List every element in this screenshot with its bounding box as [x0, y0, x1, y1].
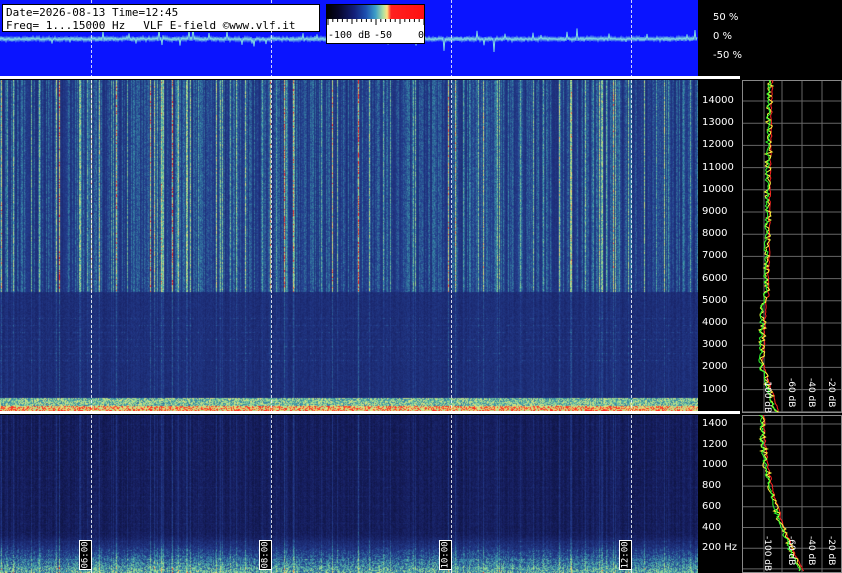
- freq-label-main: 12000: [702, 139, 734, 151]
- time-gridline-1000: [451, 0, 452, 573]
- profile-db-label: -20 dB: [826, 536, 836, 566]
- freq-label-main: 6000: [702, 272, 728, 284]
- color-scale-bar: [327, 5, 424, 19]
- freq-label-low: 1400: [702, 418, 728, 429]
- profile-db-label: -100 dB: [762, 536, 772, 572]
- info-box: Date=2026-08-13 Time=12:45 Freq= 1...150…: [2, 4, 320, 32]
- time-label-0600: 06:00: [79, 540, 92, 570]
- waveform-axis-zero: 0 %: [713, 31, 733, 42]
- date-time-label: Date=2026-08-13 Time=12:45: [6, 6, 179, 19]
- freq-label-main: 8000: [702, 228, 728, 240]
- station-label: VLF E-field ©www.vlf.it: [143, 19, 296, 32]
- color-scale-min-label: -100 dB: [328, 30, 371, 41]
- freq-label-low: 1000: [702, 459, 728, 471]
- color-scale-max-label: 0: [418, 30, 425, 41]
- freq-label-main: 14000: [702, 95, 734, 106]
- profile-trace: [761, 80, 779, 413]
- vlf-spectrogram-display: Date=2026-08-13 Time=12:45 Freq= 1...150…: [0, 0, 842, 573]
- profile-db-label: -20 dB: [826, 378, 836, 408]
- profile-db-label: -60 dB: [786, 378, 796, 408]
- freq-label-low: 200 Hz: [702, 542, 738, 554]
- profile-db-label: -40 dB: [806, 378, 816, 408]
- freq-label-main: 11000: [702, 161, 734, 173]
- freq-range-label: Freq= 1...15000 Hz: [6, 19, 126, 32]
- time-label-0800: 08:00: [259, 540, 272, 570]
- freq-label-main: 3000: [702, 339, 728, 351]
- profile-db-label: -100 dB: [762, 378, 772, 414]
- freq-label-low: 800: [702, 480, 722, 492]
- time-label-1000: 10:00: [439, 540, 452, 570]
- freq-label-main: 2000: [702, 361, 728, 373]
- freq-label-main: 9000: [702, 206, 728, 217]
- separator-middle: [0, 411, 740, 414]
- profile-db-label: -60 dB: [786, 536, 796, 566]
- freq-label-low: 1200: [702, 438, 728, 450]
- color-scale: -100 dB -50 0: [326, 4, 425, 44]
- freq-label-main: 7000: [702, 250, 728, 262]
- time-gridline-0600: [91, 0, 92, 573]
- freq-label-main: 5000: [702, 294, 728, 306]
- spectrum-profile-main: [742, 80, 842, 413]
- freq-label-low: 400: [702, 521, 722, 533]
- spectrogram-low: [0, 415, 698, 573]
- profile-db-label: -40 dB: [806, 536, 816, 566]
- freq-label-main: 10000: [702, 183, 734, 195]
- color-scale-ticks: [327, 19, 424, 25]
- time-gridline-1200: [631, 0, 632, 573]
- freq-label-main: 13000: [702, 117, 734, 129]
- color-scale-mid-label: -50: [374, 30, 393, 41]
- freq-label-main: 1000: [702, 383, 728, 395]
- freq-label-low: 600: [702, 500, 722, 512]
- waveform-axis-pos50: 50 %: [713, 12, 739, 23]
- waveform-axis-neg50: -50 %: [713, 50, 743, 61]
- time-gridline-0800: [271, 0, 272, 573]
- freq-label-main: 4000: [702, 317, 728, 328]
- spectrogram-main: [0, 80, 698, 411]
- time-label-1200: 12:00: [619, 540, 632, 570]
- separator-top: [0, 76, 740, 79]
